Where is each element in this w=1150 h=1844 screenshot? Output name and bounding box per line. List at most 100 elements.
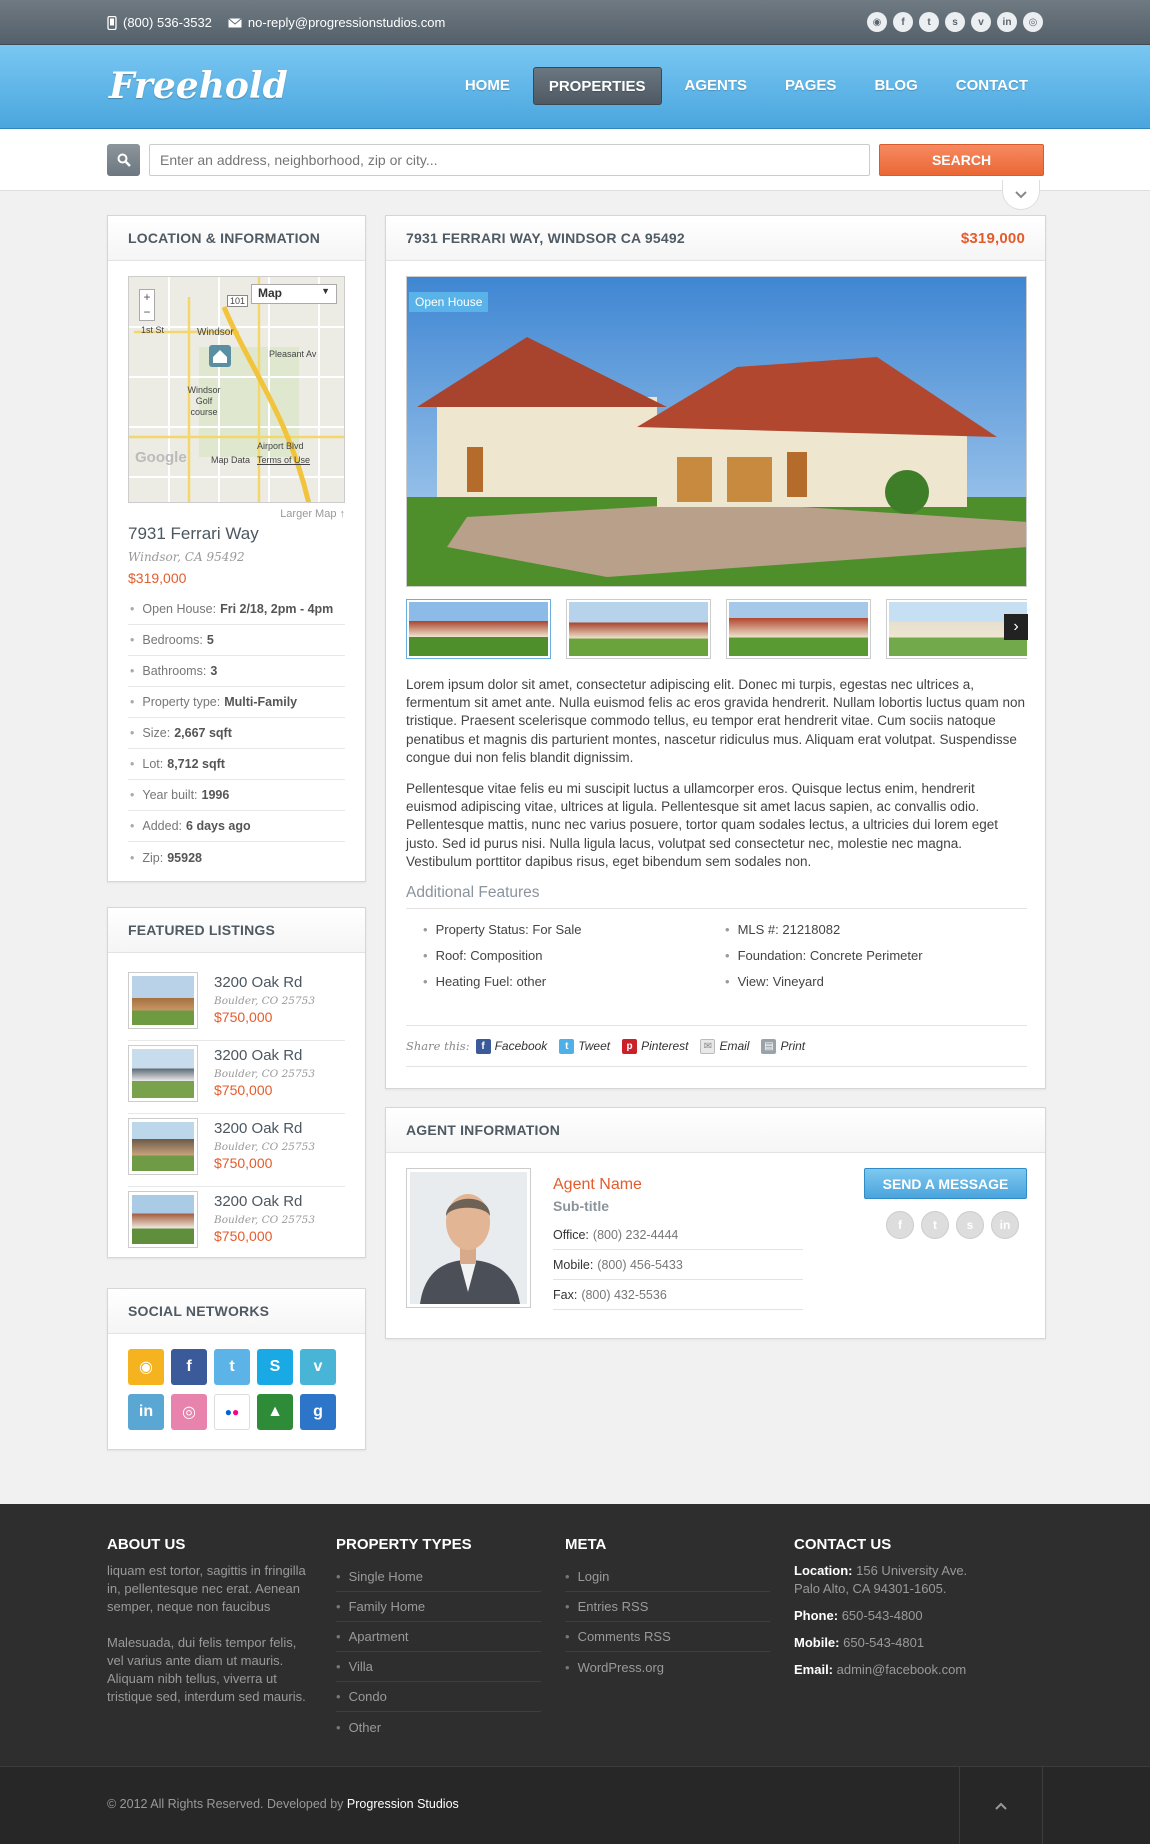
facebook-icon[interactable]: f bbox=[893, 12, 913, 32]
footer-link[interactable]: Condo bbox=[336, 1682, 541, 1712]
fact-lot: Lot:8,712 sqft bbox=[128, 749, 345, 780]
back-to-top-button[interactable] bbox=[959, 1767, 1043, 1844]
fact-added: Added:6 days ago bbox=[128, 811, 345, 842]
agent-social-links: f t s in bbox=[886, 1211, 1019, 1239]
agent-box-title: AGENT INFORMATION bbox=[386, 1108, 1045, 1153]
google-icon[interactable]: g bbox=[300, 1394, 336, 1430]
footer-link[interactable]: Apartment bbox=[336, 1622, 541, 1652]
flickr-icon[interactable]: ● ● bbox=[214, 1394, 250, 1430]
feature-item: Foundation: Concrete Perimeter bbox=[725, 948, 1027, 963]
larger-map-link[interactable]: Larger Map ↑ bbox=[280, 508, 345, 520]
map[interactable]: + − Map ▼ 1st St Windsor Windsor Golf cou… bbox=[128, 276, 345, 503]
rss-icon[interactable]: ◉ bbox=[128, 1349, 164, 1385]
terms-link[interactable]: Terms of Use bbox=[257, 455, 310, 465]
vimeo-icon[interactable]: v bbox=[300, 1349, 336, 1385]
listing-thumbnail[interactable] bbox=[128, 1045, 198, 1102]
forrst-icon[interactable]: ▲ bbox=[257, 1394, 293, 1430]
share-print[interactable]: ▤ Print bbox=[761, 1038, 805, 1054]
chevron-down-icon bbox=[1015, 190, 1027, 198]
feature-item: MLS #: 21218082 bbox=[725, 922, 1027, 937]
thumbnail[interactable] bbox=[726, 599, 871, 659]
search-button[interactable]: SEARCH bbox=[879, 144, 1044, 176]
listing-title[interactable]: 3200 Oak Rd bbox=[214, 1047, 302, 1064]
featured-item[interactable]: 3200 Oak Rd Boulder, CO 25753 $750,000 bbox=[128, 1114, 345, 1187]
footer-link[interactable]: Family Home bbox=[336, 1592, 541, 1622]
footer-link[interactable]: Comments RSS bbox=[565, 1622, 770, 1652]
thumbnail[interactable] bbox=[566, 599, 711, 659]
dribbble-icon[interactable]: ◎ bbox=[171, 1394, 207, 1430]
nav-contact[interactable]: CONTACT bbox=[941, 67, 1043, 105]
facebook-icon[interactable]: f bbox=[171, 1349, 207, 1385]
feature-item: Roof: Composition bbox=[423, 948, 725, 963]
listing-title[interactable]: 3200 Oak Rd bbox=[214, 1120, 302, 1137]
skype-icon[interactable]: s bbox=[945, 12, 965, 32]
rss-icon[interactable]: ◉ bbox=[867, 12, 887, 32]
featured-item[interactable]: 3200 Oak Rd Boulder, CO 25753 $750,000 bbox=[128, 1187, 345, 1260]
chevron-up-icon bbox=[995, 1802, 1007, 1810]
property-header: 7931 FERRARI WAY, WINDSOR CA 95492 $319,… bbox=[386, 216, 1045, 261]
nav-pages[interactable]: PAGES bbox=[770, 67, 851, 105]
map-label: Windsor Golf course bbox=[187, 385, 221, 417]
map-data-link[interactable]: Map Data bbox=[211, 455, 250, 465]
share-tweet[interactable]: t Tweet bbox=[559, 1038, 610, 1054]
top-bar: (800) 536-3532 no-reply@progressionstudi… bbox=[0, 0, 1150, 45]
twitter-icon[interactable]: t bbox=[214, 1349, 250, 1385]
footer-email[interactable]: Email: admin@facebook.com bbox=[794, 1661, 999, 1679]
property-main-image[interactable]: Open House bbox=[406, 276, 1027, 587]
share-email[interactable]: ✉ Email bbox=[700, 1038, 749, 1054]
linkedin-icon[interactable]: in bbox=[997, 12, 1017, 32]
listing-thumbnail[interactable] bbox=[128, 1118, 198, 1175]
agent-office: Office: (800) 232-4444 bbox=[553, 1220, 803, 1250]
search-input[interactable] bbox=[149, 144, 870, 176]
footer-contact-title: CONTACT US bbox=[794, 1536, 892, 1553]
nav-properties[interactable]: PROPERTIES bbox=[532, 67, 662, 105]
share-pinterest[interactable]: p Pinterest bbox=[622, 1038, 688, 1054]
facebook-icon[interactable]: f bbox=[886, 1211, 914, 1239]
nav-home[interactable]: HOME bbox=[450, 67, 525, 105]
listing-title[interactable]: 3200 Oak Rd bbox=[214, 1193, 302, 1210]
skype-icon[interactable]: s bbox=[956, 1211, 984, 1239]
search-icon[interactable] bbox=[107, 144, 140, 176]
twitter-icon[interactable]: t bbox=[921, 1211, 949, 1239]
footer-link[interactable]: WordPress.org bbox=[565, 1652, 770, 1682]
dribbble-icon[interactable]: ◎ bbox=[1023, 12, 1043, 32]
footer-link[interactable]: Other bbox=[336, 1712, 541, 1742]
footer-link[interactable]: Villa bbox=[336, 1652, 541, 1682]
developer-link[interactable]: Progression Studios bbox=[347, 1797, 459, 1811]
nav-agents[interactable]: AGENTS bbox=[670, 67, 763, 105]
property-city: Windsor, CA 95492 bbox=[128, 550, 245, 564]
twitter-icon[interactable]: t bbox=[919, 12, 939, 32]
vimeo-icon[interactable]: v bbox=[971, 12, 991, 32]
agent-name[interactable]: Agent Name bbox=[553, 1176, 642, 1194]
highway-shield: 101 bbox=[227, 295, 249, 307]
linkedin-icon[interactable]: in bbox=[991, 1211, 1019, 1239]
description-paragraph: Lorem ipsum dolor sit amet, consectetur … bbox=[406, 677, 1026, 765]
footer-link[interactable]: Entries RSS bbox=[565, 1592, 770, 1622]
thumbnail-next-arrow[interactable]: › bbox=[1004, 614, 1028, 640]
property-title: 7931 FERRARI WAY, WINDSOR CA 95492 bbox=[406, 230, 685, 246]
linkedin-icon[interactable]: in bbox=[128, 1394, 164, 1430]
property-header-price: $319,000 bbox=[960, 229, 1025, 247]
skype-icon[interactable]: S bbox=[257, 1349, 293, 1385]
agent-subtitle: Sub-title bbox=[553, 1198, 609, 1214]
site-logo[interactable]: Freehold bbox=[109, 65, 288, 107]
featured-item[interactable]: 3200 Oak Rd Boulder, CO 25753 $750,000 bbox=[128, 968, 345, 1041]
listing-thumbnail[interactable] bbox=[128, 972, 198, 1029]
agent-box: AGENT INFORMATION Agent Name Sub-title O… bbox=[385, 1107, 1046, 1339]
footer-link[interactable]: Login bbox=[565, 1562, 770, 1592]
featured-item[interactable]: 3200 Oak Rd Boulder, CO 25753 $750,000 bbox=[128, 1041, 345, 1114]
fact-bedrooms: Bedrooms:5 bbox=[128, 625, 345, 656]
nav-blog[interactable]: BLOG bbox=[859, 67, 932, 105]
footer-link[interactable]: Single Home bbox=[336, 1562, 541, 1592]
share-label: Share this: bbox=[406, 1039, 470, 1053]
send-message-button[interactable]: SEND A MESSAGE bbox=[864, 1168, 1027, 1199]
footer-phone: Phone: 650-543-4800 bbox=[794, 1608, 923, 1623]
listing-title[interactable]: 3200 Oak Rd bbox=[214, 974, 302, 991]
listing-thumbnail[interactable] bbox=[128, 1191, 198, 1248]
top-email[interactable]: no-reply@progressionstudios.com bbox=[248, 15, 445, 30]
map-type-select[interactable]: Map ▼ bbox=[251, 284, 337, 304]
zoom-control[interactable]: + − bbox=[139, 289, 155, 321]
thumbnail[interactable] bbox=[406, 599, 551, 659]
share-facebook[interactable]: f Facebook bbox=[475, 1038, 547, 1054]
top-phone[interactable]: (800) 536-3532 bbox=[123, 15, 212, 30]
